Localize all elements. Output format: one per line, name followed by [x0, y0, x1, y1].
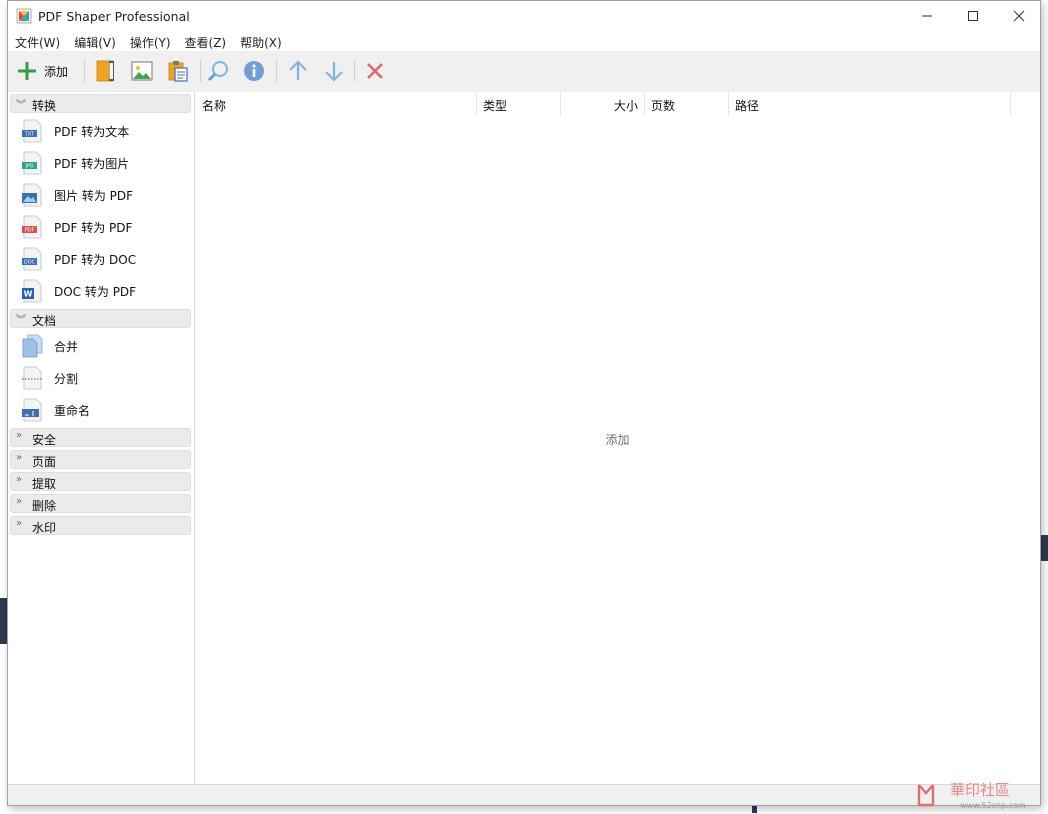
chevron-expand-icon: » — [16, 496, 23, 507]
menu-edit[interactable]: 编辑(V) — [67, 31, 123, 51]
move-up-button[interactable] — [286, 57, 310, 85]
image-button[interactable] — [130, 57, 154, 85]
doc-file-icon: DOC — [22, 247, 42, 271]
arrow-down-icon — [325, 62, 343, 82]
site-watermark: 華印社區 www.52cnp.com — [916, 777, 1044, 811]
group-header-watermark[interactable]: » 水印 — [10, 516, 191, 535]
svg-text:TXT: TXT — [24, 132, 35, 138]
toolbar-separator — [354, 60, 355, 82]
status-bar — [8, 784, 1040, 805]
menu-action[interactable]: 操作(Y) — [123, 31, 178, 51]
minimize-button[interactable] — [904, 1, 950, 31]
column-header-type[interactable]: 类型 — [477, 92, 561, 116]
sidebar-item-pdf-to-doc[interactable]: DOC PDF 转为 DOC — [8, 243, 194, 275]
app-window: PDF Shaper Professional 文件(W) 编辑(V) 操作(Y… — [7, 0, 1041, 806]
chevron-expand-icon: » — [16, 474, 23, 485]
toolbar: 添加 — [8, 51, 1040, 93]
desktop-background — [0, 598, 7, 644]
group-header-security[interactable]: » 安全 — [10, 428, 191, 447]
empty-list-hint[interactable]: 添加 — [195, 431, 1040, 448]
app-logo-icon — [16, 8, 32, 24]
menu-bar: 文件(W) 编辑(V) 操作(Y) 查看(Z) 帮助(X) — [8, 31, 1040, 51]
window-title: PDF Shaper Professional — [38, 9, 190, 24]
file-list[interactable]: 名称 类型 大小 页数 路径 添加 — [195, 92, 1040, 784]
image-file-icon — [22, 183, 42, 207]
sidebar-item-pdf-to-image[interactable]: JPG PDF 转为图片 — [8, 147, 194, 179]
menu-help[interactable]: 帮助(X) — [233, 31, 289, 51]
svg-text:DOC: DOC — [24, 260, 36, 266]
column-header-name[interactable]: 名称 — [195, 92, 477, 116]
menu-view[interactable]: 查看(Z) — [178, 31, 234, 51]
chevron-expand-icon: » — [16, 430, 23, 441]
clipboard-icon — [168, 61, 188, 82]
toolbar-separator — [200, 60, 201, 82]
chevron-collapse-icon: ︾ — [16, 315, 26, 326]
search-icon — [207, 61, 228, 82]
txt-file-icon: TXT — [22, 119, 42, 143]
sidebar-item-doc-to-pdf[interactable]: W DOC 转为 PDF — [8, 275, 194, 307]
chevron-expand-icon: » — [16, 518, 23, 529]
group-header-convert[interactable]: ︾ 转换 — [10, 94, 191, 113]
svg-text:JPG: JPG — [24, 164, 33, 170]
svg-text:PDF: PDF — [25, 228, 35, 234]
group-header-delete[interactable]: » 删除 — [10, 494, 191, 513]
watermark-url: www.52cnp.com — [960, 801, 1026, 810]
maximize-button[interactable] — [950, 1, 996, 31]
sidebar-item-pdf-to-text[interactable]: TXT PDF 转为文本 — [8, 115, 194, 147]
svg-text:W: W — [24, 290, 33, 299]
desktop-background — [1041, 535, 1048, 561]
add-button[interactable]: 添加 — [16, 57, 68, 85]
desktop-background — [752, 806, 757, 813]
toolbar-separator — [276, 60, 277, 82]
column-header-pages[interactable]: 页数 — [645, 92, 729, 116]
chevron-collapse-icon: ︾ — [16, 100, 26, 111]
sidebar-item-rename[interactable]: 重命名 — [8, 394, 194, 426]
info-icon — [244, 61, 264, 81]
paste-button[interactable] — [166, 57, 190, 85]
sidebar-item-merge[interactable]: 合并 — [8, 330, 194, 362]
arrow-up-icon — [289, 60, 307, 80]
sidebar-item-pdf-to-pdf[interactable]: PDF PDF 转为 PDF — [8, 211, 194, 243]
search-button[interactable] — [206, 57, 230, 85]
jpg-file-icon: JPG — [22, 151, 42, 175]
close-icon — [1013, 10, 1025, 22]
add-button-label: 添加 — [44, 64, 69, 79]
sidebar-item-split[interactable]: 分割 — [8, 362, 194, 394]
group-header-pages[interactable]: » 页面 — [10, 450, 191, 469]
info-button[interactable] — [242, 57, 266, 85]
maximize-icon — [968, 11, 978, 21]
column-header-path[interactable]: 路径 — [729, 92, 1011, 116]
sidebar-item-image-to-pdf[interactable]: 图片 转为 PDF — [8, 179, 194, 211]
delete-button[interactable] — [363, 57, 387, 85]
rename-icon — [22, 398, 42, 422]
move-down-button[interactable] — [322, 57, 346, 85]
group-header-document[interactable]: ︾ 文档 — [10, 309, 191, 328]
split-icon — [22, 366, 42, 390]
group-header-extract[interactable]: » 提取 — [10, 472, 191, 491]
watermark-text: 華印社區 — [950, 781, 1010, 799]
plus-icon — [18, 62, 36, 80]
word-file-icon: W — [22, 279, 42, 303]
watermark-logo: 華印社區 www.52cnp.com — [917, 781, 1026, 810]
chevron-expand-icon: » — [16, 452, 23, 463]
delete-x-icon — [367, 63, 383, 79]
image-icon — [131, 61, 153, 81]
book-icon — [96, 60, 114, 82]
merge-icon — [22, 334, 43, 358]
open-book-button[interactable] — [94, 57, 118, 85]
minimize-icon — [922, 15, 932, 17]
pdf-file-icon: PDF — [22, 215, 42, 239]
column-header-size[interactable]: 大小 — [561, 92, 645, 116]
close-button[interactable] — [996, 1, 1040, 31]
title-bar[interactable]: PDF Shaper Professional — [8, 1, 1040, 31]
toolbar-separator — [84, 60, 85, 82]
task-sidebar: ︾ 转换 TXT PDF 转为文本 JPG PDF 转为图片 图片 转为 PDF… — [8, 92, 195, 784]
menu-file[interactable]: 文件(W) — [8, 31, 67, 51]
